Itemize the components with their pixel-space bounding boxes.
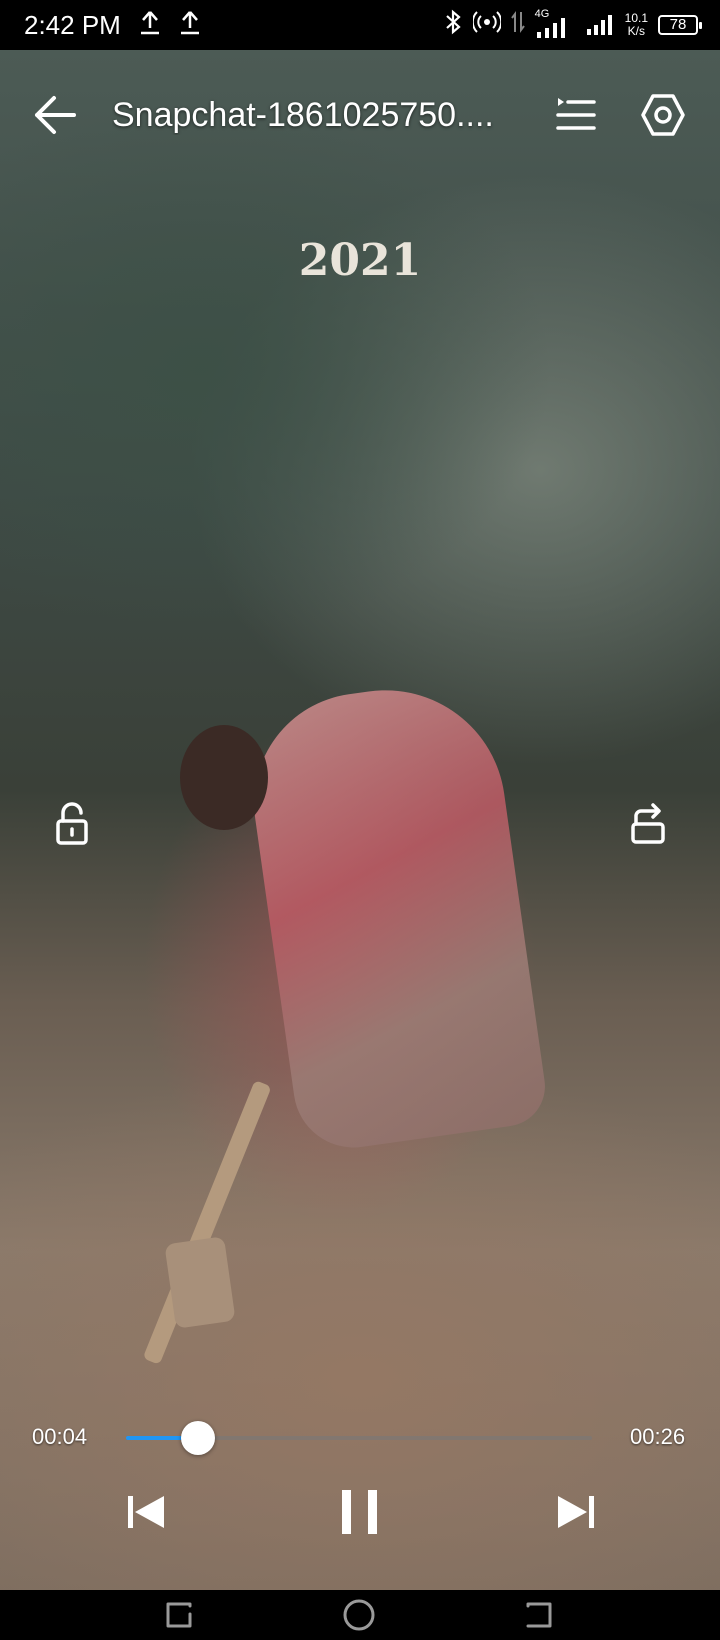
video-caption: 2021 bbox=[298, 235, 422, 286]
bluetooth-icon bbox=[443, 9, 463, 42]
skip-next-icon bbox=[558, 1496, 594, 1528]
unlock-icon bbox=[56, 802, 88, 845]
status-icons: 4G 10.1 K/s 78 bbox=[443, 0, 702, 50]
previous-button[interactable] bbox=[120, 1484, 176, 1540]
signal-icon: 4G bbox=[535, 8, 575, 40]
system-nav-bar bbox=[0, 1590, 720, 1640]
settings-icon bbox=[641, 94, 685, 136]
hoe-blade bbox=[164, 1236, 236, 1329]
hotspot-icon bbox=[471, 9, 502, 42]
status-bar: 2:42 PM 4G 10.1 K/s 78 bbox=[0, 0, 720, 50]
network-speed: 10.1 K/s bbox=[625, 12, 648, 38]
seek-bar-thumb[interactable] bbox=[181, 1421, 216, 1455]
screen-rotate-icon bbox=[631, 803, 665, 844]
battery-icon: 78 bbox=[658, 15, 702, 35]
lock-screen-button[interactable] bbox=[48, 800, 96, 848]
pause-button[interactable] bbox=[332, 1484, 388, 1540]
home-button[interactable] bbox=[341, 1597, 377, 1633]
speed-unit: K/s bbox=[627, 24, 645, 38]
arrow-left-icon bbox=[35, 96, 76, 134]
total-time: 00:26 bbox=[630, 1424, 686, 1449]
signal-icon bbox=[585, 7, 615, 44]
playlist-button[interactable] bbox=[556, 94, 596, 136]
next-button[interactable] bbox=[548, 1484, 604, 1540]
recent-apps-button[interactable] bbox=[162, 1598, 196, 1632]
seek-bar[interactable] bbox=[126, 1421, 592, 1455]
recent-apps-icon bbox=[166, 1602, 192, 1628]
back-button[interactable] bbox=[30, 92, 80, 138]
settings-button[interactable] bbox=[640, 92, 686, 138]
current-time: 00:04 bbox=[32, 1424, 88, 1449]
video-subject bbox=[239, 674, 551, 1156]
upload-icon bbox=[179, 9, 201, 42]
video-subject-head bbox=[180, 725, 268, 830]
data-arrows-icon bbox=[510, 10, 525, 41]
video-frame[interactable]: 2021 bbox=[0, 50, 720, 1590]
video-title: Snapchat-1861025750.... bbox=[112, 96, 494, 134]
status-time: 2:42 PM bbox=[24, 9, 121, 40]
rotate-screen-button[interactable] bbox=[624, 800, 672, 848]
playlist-icon bbox=[556, 98, 596, 130]
nav-back-icon bbox=[526, 1602, 552, 1628]
skip-previous-icon bbox=[128, 1496, 164, 1528]
player-top-bar: Snapchat-1861025750.... bbox=[0, 80, 720, 150]
upload-icon bbox=[139, 9, 161, 42]
back-nav-button[interactable] bbox=[522, 1598, 556, 1632]
pause-icon bbox=[342, 1490, 377, 1534]
home-icon bbox=[343, 1599, 375, 1631]
